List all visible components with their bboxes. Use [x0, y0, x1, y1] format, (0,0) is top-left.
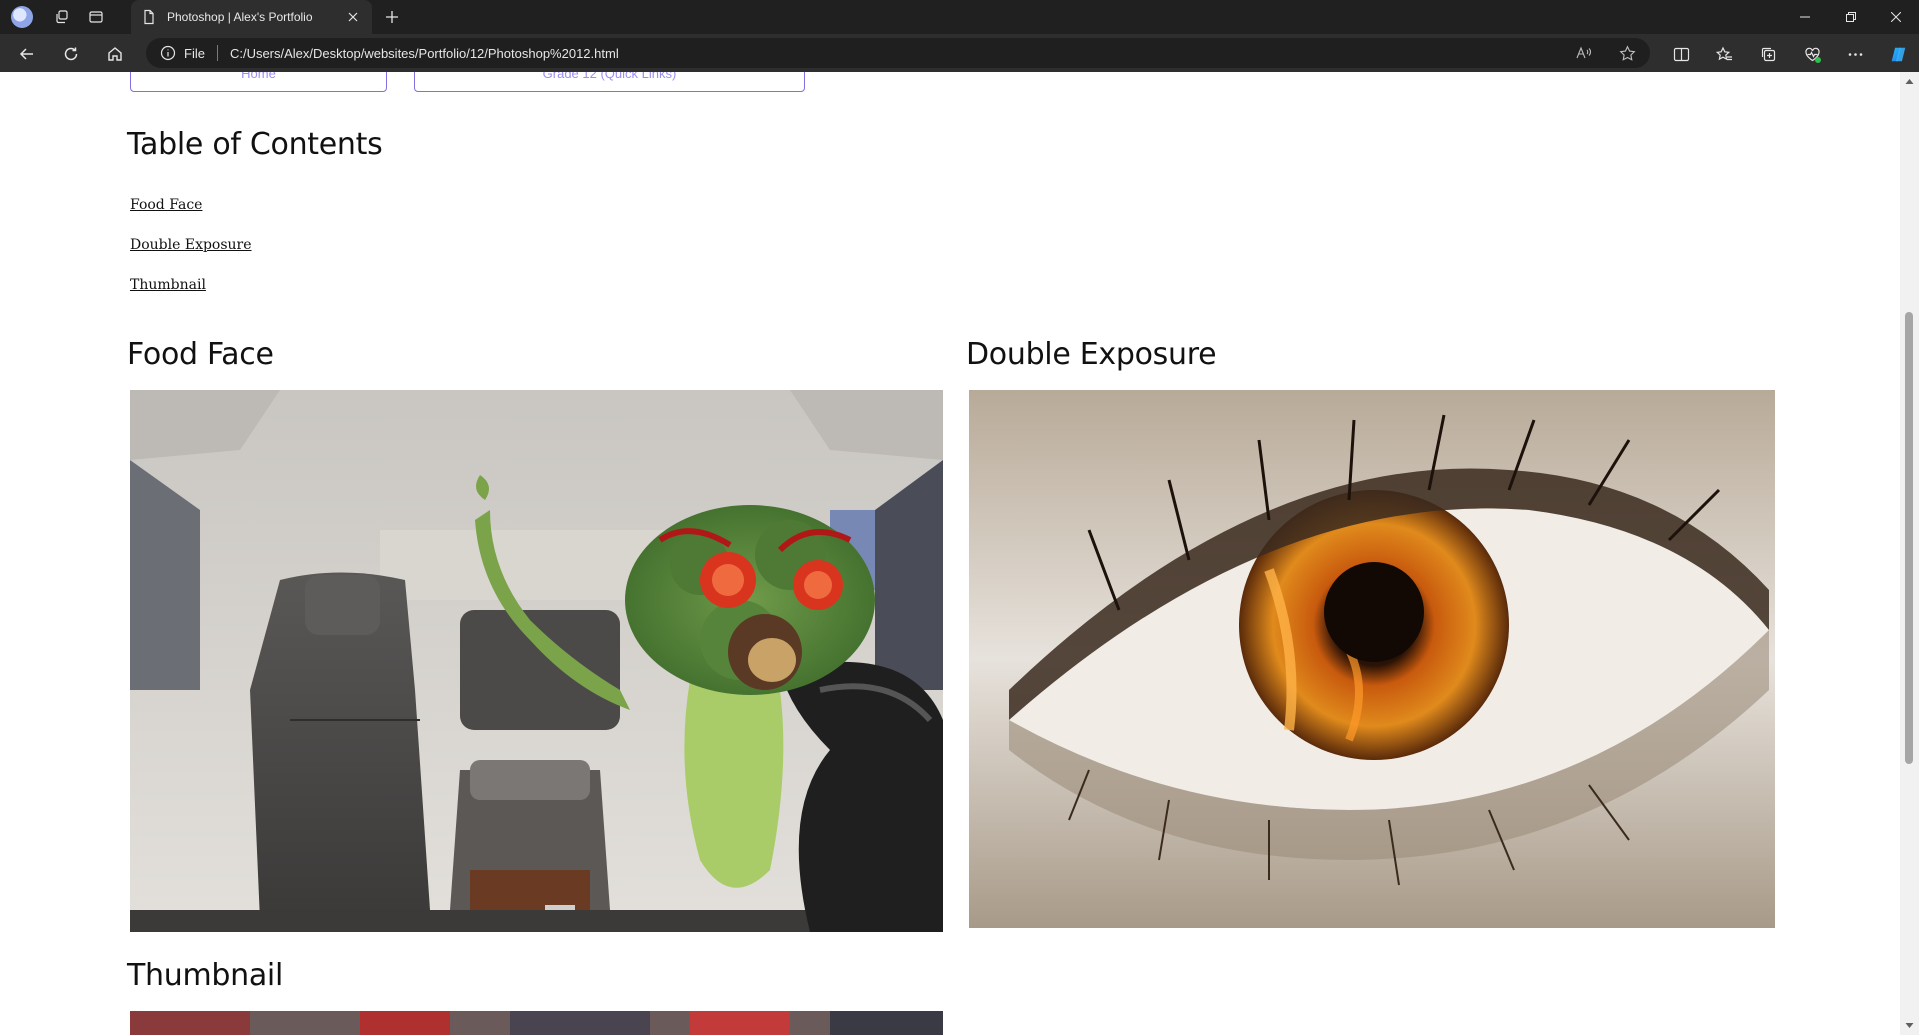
- address-divider: [216, 45, 218, 61]
- tab-active[interactable]: Photoshop | Alex's Portfolio: [131, 0, 372, 34]
- more-icon[interactable]: [1844, 43, 1866, 65]
- toc-link-food-face[interactable]: Food Face: [130, 197, 202, 213]
- profile-avatar[interactable]: [11, 6, 33, 28]
- address-url[interactable]: C:/Users/Alex/Desktop/websites/Portfolio…: [230, 46, 619, 61]
- vertical-scrollbar[interactable]: [1900, 72, 1919, 1035]
- heart-pulse-icon[interactable]: [1801, 43, 1823, 65]
- close-tab-icon[interactable]: [344, 8, 362, 26]
- scroll-thumb[interactable]: [1905, 312, 1913, 764]
- info-icon[interactable]: [160, 45, 176, 61]
- restore-button[interactable]: [1828, 0, 1874, 34]
- grade-12-link[interactable]: Grade 12 (Quick Links): [543, 72, 677, 81]
- refresh-button[interactable]: [57, 40, 85, 68]
- toc-heading: Table of Contents: [127, 127, 383, 162]
- double-exposure-image: [969, 390, 1775, 928]
- new-tab-button[interactable]: [381, 6, 403, 28]
- refresh-icon: [64, 47, 78, 61]
- copilot-icon[interactable]: [1887, 43, 1909, 65]
- scroll-up-icon[interactable]: [1904, 76, 1915, 87]
- minimize-button[interactable]: [1782, 0, 1828, 34]
- page-viewport: Home Grade 12 (Quick Links) Table of Con…: [0, 72, 1900, 1035]
- document-icon: [144, 9, 154, 25]
- close-window-button[interactable]: [1873, 0, 1919, 34]
- address-scheme: File: [184, 45, 205, 61]
- food-face-heading: Food Face: [127, 337, 274, 372]
- star-icon[interactable]: [1616, 43, 1638, 63]
- home-link-box[interactable]: Home: [130, 72, 387, 92]
- back-button[interactable]: [13, 40, 41, 68]
- grade-12-link-box[interactable]: Grade 12 (Quick Links): [414, 72, 805, 92]
- double-exposure-heading: Double Exposure: [966, 337, 1217, 372]
- tab-title: Photoshop | Alex's Portfolio: [167, 10, 313, 24]
- thumbnail-heading: Thumbnail: [127, 958, 283, 993]
- scroll-down-icon[interactable]: [1904, 1020, 1915, 1031]
- back-arrow-icon: [19, 48, 33, 60]
- title-bar: Photoshop | Alex's Portfolio: [0, 0, 1919, 34]
- split-screen-icon[interactable]: [1670, 43, 1692, 65]
- status-dot: [1815, 57, 1821, 63]
- read-aloud-icon[interactable]: [1573, 43, 1595, 63]
- favorites-icon[interactable]: [1713, 43, 1735, 65]
- home-icon: [108, 47, 122, 61]
- food-face-image: [130, 390, 943, 932]
- home-button[interactable]: [101, 40, 129, 68]
- workspaces-icon[interactable]: [51, 6, 73, 28]
- toc-link-thumbnail[interactable]: Thumbnail: [130, 277, 206, 293]
- thumbnail-image: [130, 1011, 943, 1035]
- collections-icon[interactable]: [1757, 43, 1779, 65]
- tab-actions-icon[interactable]: [85, 6, 107, 28]
- home-link[interactable]: Home: [241, 72, 276, 81]
- address-bar[interactable]: File C:/Users/Alex/Desktop/websites/Port…: [146, 38, 1650, 68]
- browser-toolbar: File C:/Users/Alex/Desktop/websites/Port…: [0, 34, 1919, 72]
- toc-link-double-exposure[interactable]: Double Exposure: [130, 237, 252, 253]
